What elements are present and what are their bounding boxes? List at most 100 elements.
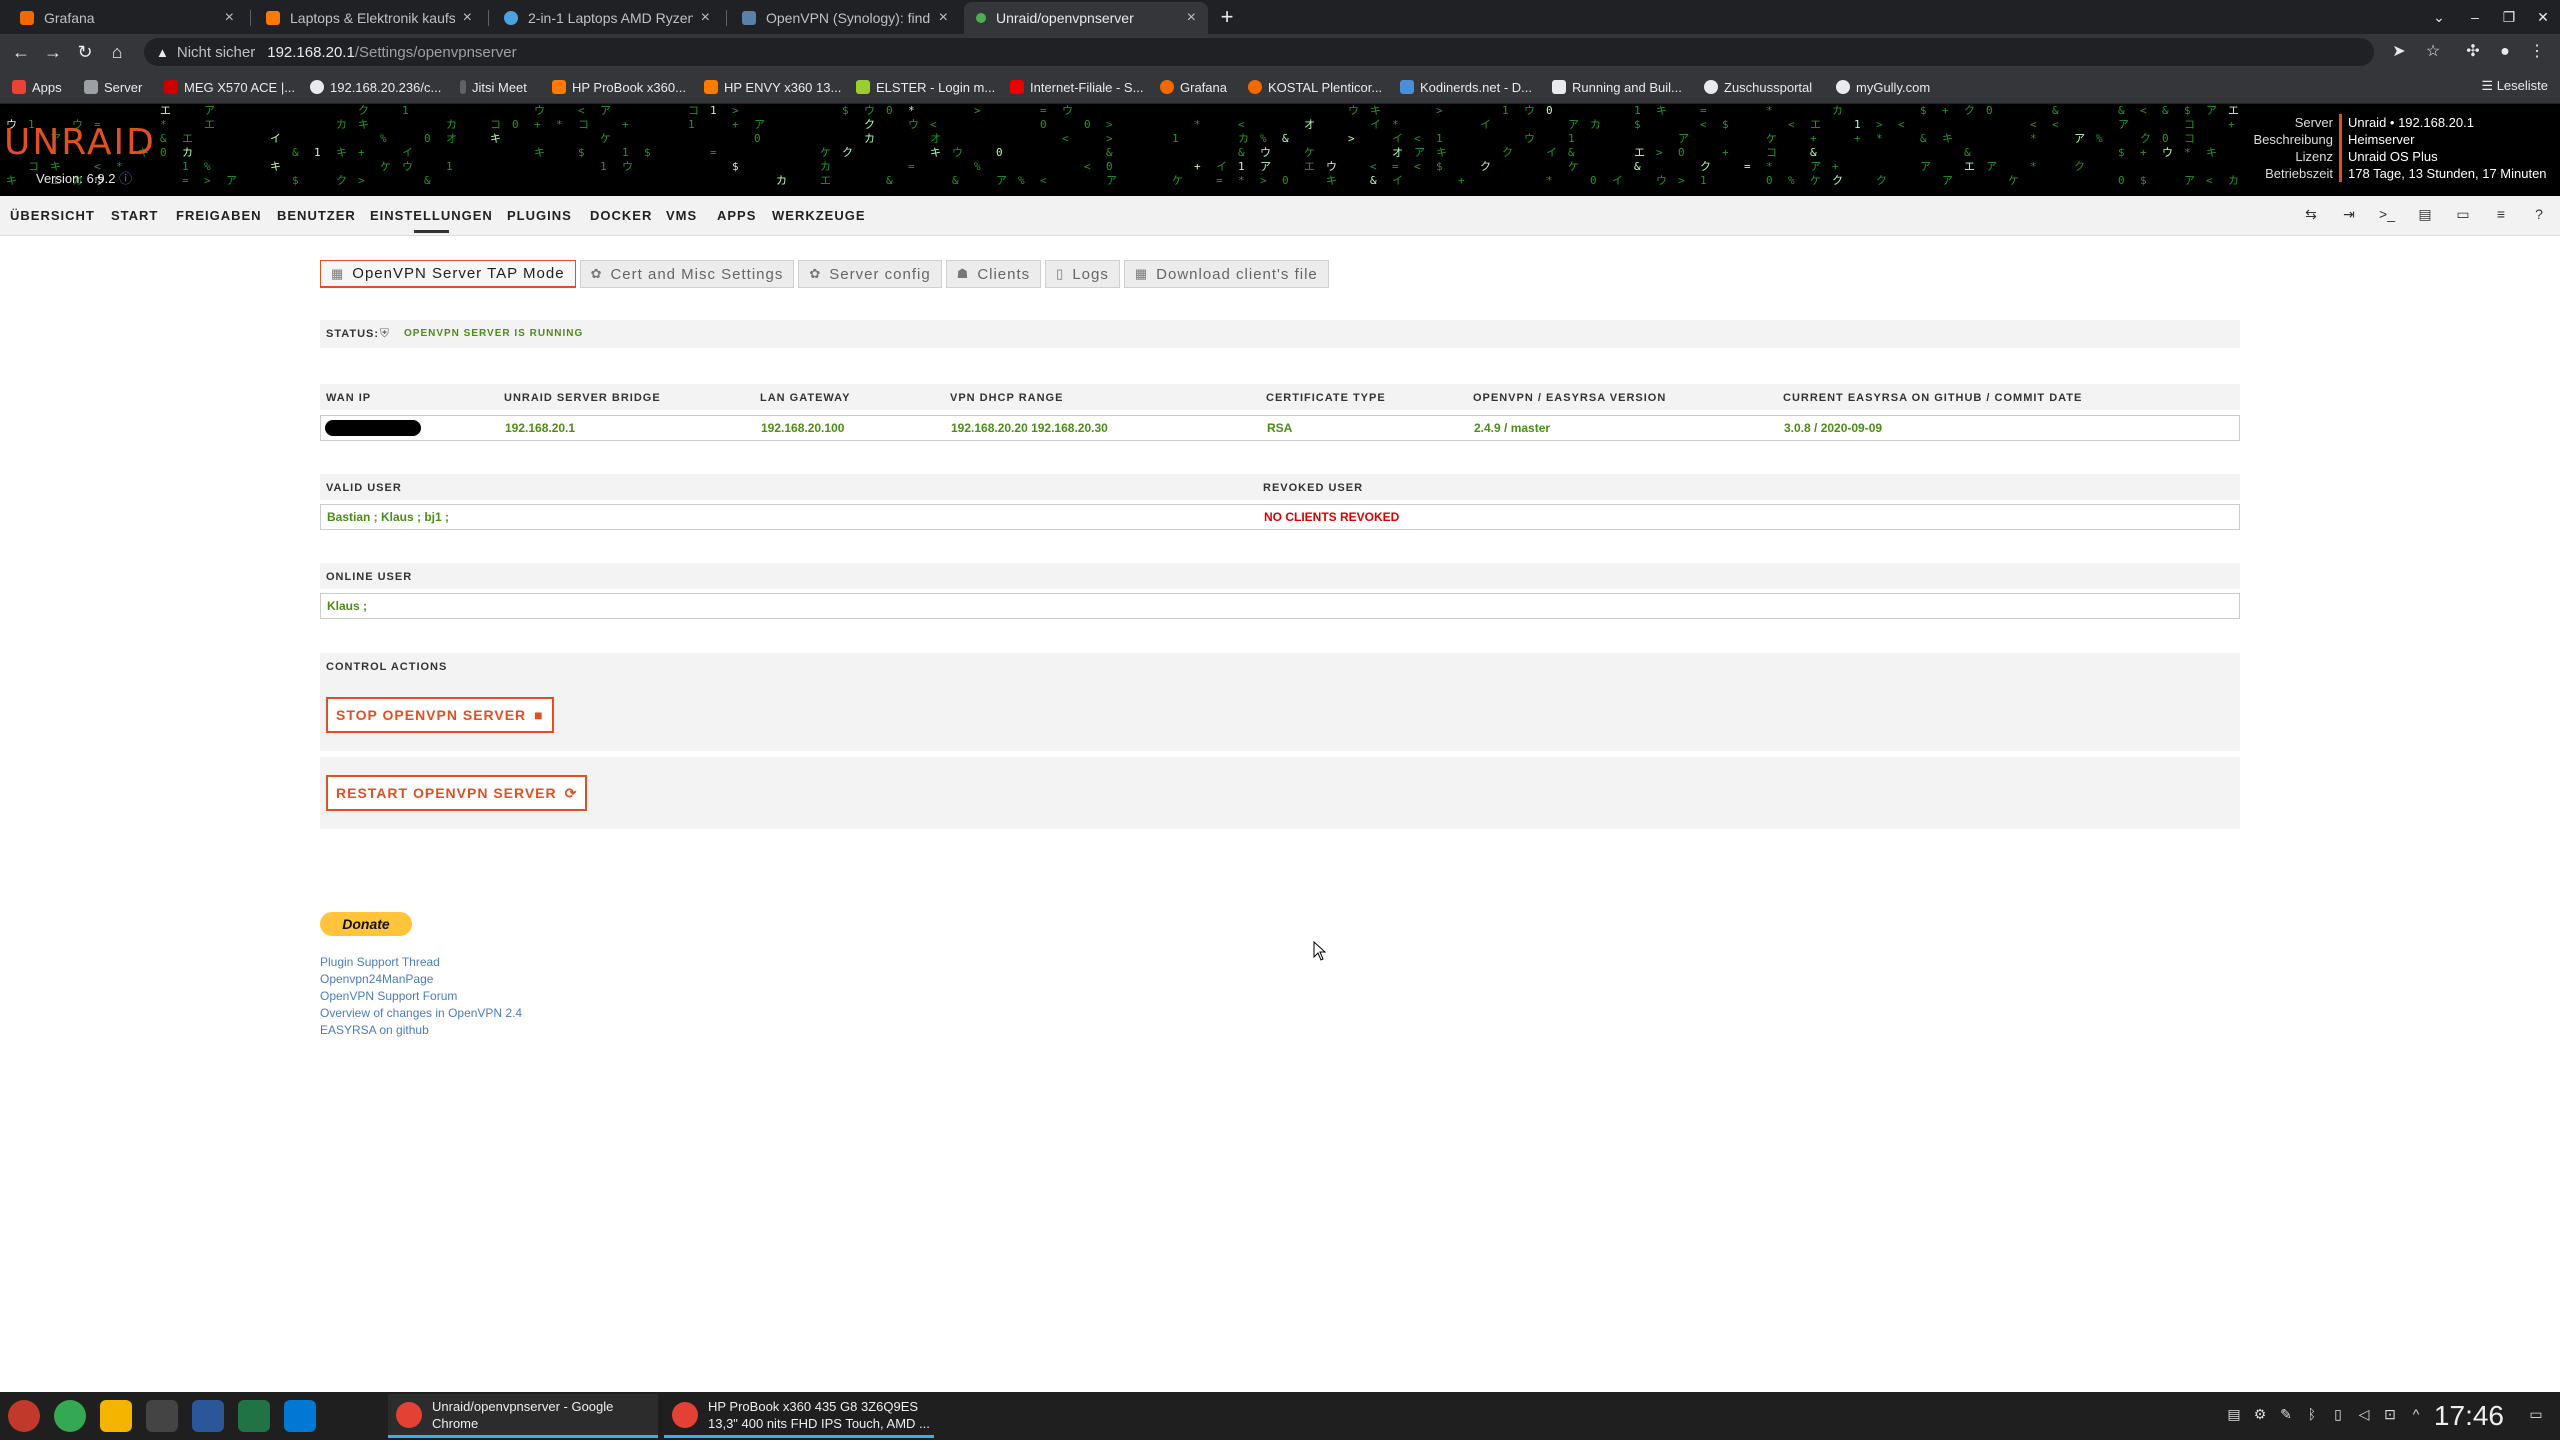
close-icon[interactable]: ×	[463, 9, 472, 27]
update-icon[interactable]: ⚙	[2250, 1406, 2270, 1426]
nav-werkzeuge[interactable]: WERKZEUGE	[772, 208, 866, 223]
logout-icon[interactable]: ⇥	[2338, 206, 2360, 226]
phone-icon[interactable]: ▯	[2328, 1406, 2348, 1426]
maximize-icon[interactable]: ❐	[2494, 4, 2524, 30]
nav-apps[interactable]: APPS	[717, 208, 756, 223]
unraid-logo[interactable]: UNRAID	[4, 122, 156, 163]
bookmark-elster[interactable]: ELSTER - Login m...	[856, 78, 995, 96]
monitor-icon[interactable]: ▭	[2452, 206, 2474, 226]
feedback-icon[interactable]: ⇆	[2300, 206, 2322, 226]
notifications-icon[interactable]: ▤	[2414, 206, 2436, 226]
link-easyrsa-github[interactable]: EASYRSA on github	[320, 1023, 429, 1037]
bookmark-apps[interactable]: Apps	[12, 78, 62, 96]
volume-icon[interactable]: ◁	[2354, 1406, 2374, 1426]
tab-download-client-file[interactable]: ▦ Download client's file	[1123, 260, 1329, 288]
nav-freigaben[interactable]: FREIGABEN	[176, 208, 262, 223]
bookmark-meg[interactable]: MEG X570 ACE |...	[164, 78, 295, 96]
app-launcher-icon[interactable]	[8, 1400, 40, 1432]
word-icon[interactable]	[192, 1400, 224, 1432]
bookmark-mygully[interactable]: myGully.com	[1836, 78, 1930, 96]
tab-search-icon[interactable]: ⌄	[2424, 4, 2454, 30]
log-icon[interactable]: ≡	[2490, 206, 2512, 226]
tab-logs[interactable]: ▯ Logs	[1045, 260, 1120, 288]
show-desktop-icon[interactable]: ▭	[2526, 1406, 2546, 1426]
nav-benutzer[interactable]: BENUTZER	[277, 208, 356, 223]
stop-openvpn-button[interactable]: STOP OPENVPN SERVER ■	[326, 697, 554, 733]
mail-icon[interactable]	[284, 1400, 316, 1432]
bookmark-running[interactable]: Running and Buil...	[1552, 78, 1682, 96]
nav-start[interactable]: START	[111, 208, 158, 223]
terminal-icon[interactable]: >_	[2376, 206, 2398, 226]
svg-text:&: &	[292, 146, 299, 159]
clock[interactable]: 17:46	[2434, 1400, 2504, 1432]
minimize-icon[interactable]: –	[2460, 4, 2490, 30]
star-icon[interactable]: ☆	[2420, 39, 2446, 65]
calc-icon[interactable]	[238, 1400, 270, 1432]
close-window-icon[interactable]: ✕	[2528, 4, 2558, 30]
menu-dots-icon[interactable]: ⋮	[2524, 39, 2550, 65]
browser-tab-2in1[interactable]: 2-in-1 Laptops AMD Ryzen 5000 ×	[492, 2, 722, 34]
address-bar[interactable]: ▲ Nicht sicher 192.168.20.1/Settings/ope…	[144, 38, 2374, 66]
browser-tab-openvpn-synology[interactable]: OpenVPN (Synology): findet ×	[730, 2, 960, 34]
nav-uebersicht[interactable]: ÜBERSICHT	[10, 208, 95, 223]
network-icon[interactable]: ⊡	[2380, 1406, 2400, 1426]
close-icon[interactable]: ×	[1187, 9, 1196, 27]
terminal-app-icon[interactable]	[146, 1400, 178, 1432]
task-unraid-chrome[interactable]: Unraid/openvpnserver - Google Chrome	[388, 1394, 658, 1438]
tab-server-config[interactable]: ✿ Server config	[798, 260, 942, 288]
tab-tap-mode[interactable]: ▦ OpenVPN Server TAP Mode	[320, 260, 576, 288]
bookmark-hp-probook[interactable]: HP ProBook x360...	[552, 78, 686, 96]
bookmark-internet-filiale[interactable]: Internet-Filiale - S...	[1010, 78, 1143, 96]
server-info-row: Beschreibung Heimserver	[2174, 131, 2548, 148]
help-icon[interactable]: ?	[2528, 206, 2550, 226]
extensions-icon[interactable]: ✣	[2460, 39, 2486, 65]
bookmark-grafana[interactable]: Grafana	[1160, 78, 1227, 96]
nav-einstellungen[interactable]: EINSTELLUNGEN	[370, 208, 493, 233]
task-hp-probook[interactable]: HP ProBook x360 435 G8 3Z6Q9ES 13,3" 400 …	[664, 1394, 934, 1438]
close-icon[interactable]: ×	[701, 9, 710, 27]
back-icon[interactable]: ←	[8, 39, 34, 65]
file-manager-icon[interactable]	[100, 1400, 132, 1432]
new-tab-button[interactable]: +	[1214, 4, 1240, 30]
info-icon[interactable]: ⓘ	[119, 171, 132, 186]
nav-plugins[interactable]: PLUGINS	[507, 208, 572, 223]
donate-button[interactable]: Donate	[320, 912, 412, 936]
nav-docker[interactable]: DOCKER	[590, 208, 652, 223]
forward-icon[interactable]: →	[40, 39, 66, 65]
kostal-icon	[1248, 80, 1262, 94]
bookmark-hp-envy[interactable]: HP ENVY x360 13...	[704, 78, 841, 96]
reading-list-button[interactable]: ☰ Leseliste	[2481, 78, 2548, 94]
bookmark-kodinerds[interactable]: Kodinerds.net - D...	[1400, 78, 1532, 96]
clipboard-icon[interactable]: ▤	[2224, 1406, 2244, 1426]
link-openvpn24-manpage[interactable]: Openvpn24ManPage	[320, 972, 433, 986]
browser-tab-unraid[interactable]: Unraid/openvpnserver ×	[964, 2, 1208, 34]
plugin-tabs: ▦ OpenVPN Server TAP Mode ✿ Cert and Misc …	[320, 260, 1329, 288]
send-icon[interactable]: ➤	[2386, 39, 2412, 65]
chrome-icon[interactable]	[54, 1400, 86, 1432]
server-info-value[interactable]: Unraid OS Plus	[2348, 149, 2548, 164]
svg-text:ア: ア	[1920, 160, 1931, 173]
bookmark-zuschussportal[interactable]: Zuschussportal	[1704, 78, 1812, 96]
nav-vms[interactable]: VMS	[666, 208, 697, 223]
tray-expand-icon[interactable]: ^	[2406, 1406, 2426, 1426]
close-icon[interactable]: ×	[939, 9, 948, 27]
tab-clients[interactable]: ☗ Clients	[945, 260, 1042, 288]
bluetooth-icon[interactable]: ᛒ	[2302, 1406, 2322, 1426]
close-icon[interactable]: ×	[225, 9, 234, 27]
bookmark-jitsi[interactable]: Jitsi Meet	[460, 78, 527, 96]
restart-openvpn-button[interactable]: RESTART OPENVPN SERVER ⟳	[326, 775, 588, 811]
link-plugin-support-thread[interactable]: Plugin Support Thread	[320, 955, 440, 969]
svg-text:>: >	[1260, 174, 1267, 187]
link-changes-openvpn-24[interactable]: Overview of changes in OpenVPN 2.4	[320, 1006, 522, 1020]
tab-cert-settings[interactable]: ✿ Cert and Misc Settings	[579, 260, 795, 288]
home-icon[interactable]: ⌂	[104, 39, 130, 65]
bookmark-192[interactable]: 192.168.20.236/c...	[310, 78, 441, 96]
reload-icon[interactable]: ↻	[72, 39, 98, 65]
link-openvpn-support-forum[interactable]: OpenVPN Support Forum	[320, 989, 457, 1003]
profile-avatar-icon[interactable]: ●	[2492, 39, 2518, 65]
browser-tab-grafana[interactable]: Grafana ×	[8, 2, 246, 34]
bookmark-kostal[interactable]: KOSTAL Plenticor...	[1248, 78, 1382, 96]
bookmark-server[interactable]: Server	[84, 78, 142, 96]
browser-tab-laptops[interactable]: Laptops & Elektronik kaufst Du ×	[254, 2, 484, 34]
notes-icon[interactable]: ✎	[2276, 1406, 2296, 1426]
